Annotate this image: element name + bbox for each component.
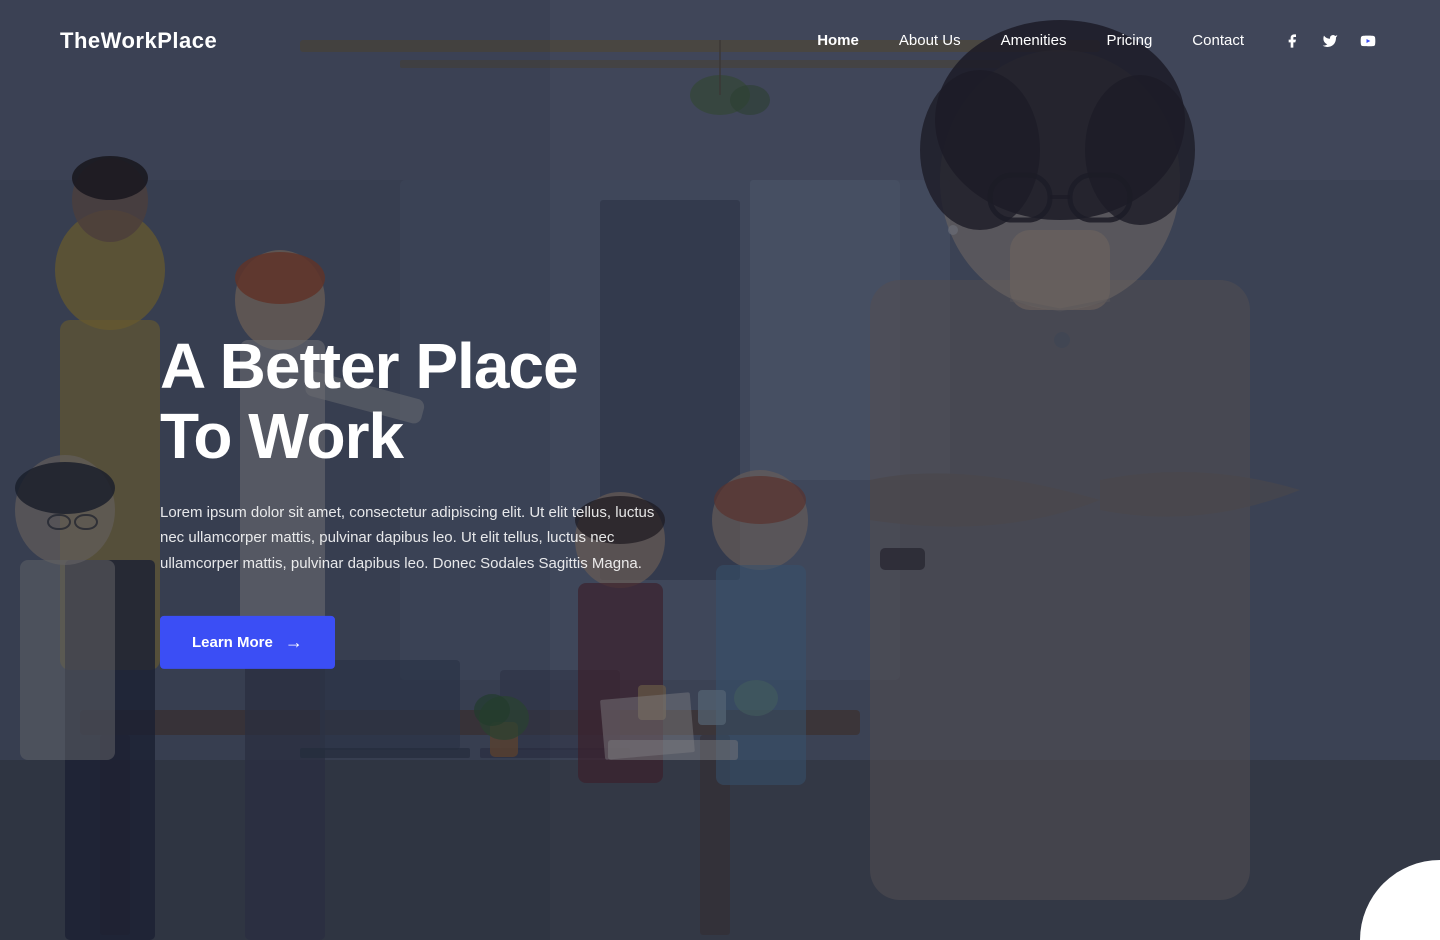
nav-link-pricing[interactable]: Pricing (1090, 24, 1168, 57)
twitter-icon[interactable] (1318, 29, 1342, 53)
nav-link-amenities[interactable]: Amenities (985, 24, 1083, 57)
facebook-icon[interactable] (1280, 29, 1304, 53)
youtube-icon[interactable] (1356, 29, 1380, 53)
nav-item-about[interactable]: About Us (883, 32, 977, 50)
nav-links: Home About Us Amenities Pricing Contact (801, 32, 1260, 50)
hero-description: Lorem ipsum dolor sit amet, consectetur … (160, 500, 670, 577)
hero-content: A Better Place To Work Lorem ipsum dolor… (160, 331, 670, 669)
nav-item-home[interactable]: Home (801, 32, 875, 50)
nav-right: Home About Us Amenities Pricing Contact (801, 29, 1380, 53)
nav-item-pricing[interactable]: Pricing (1090, 32, 1168, 50)
learn-more-label: Learn More (192, 634, 273, 651)
nav-link-home[interactable]: Home (801, 24, 875, 57)
navbar: TheWorkPlace Home About Us Amenities Pri… (0, 0, 1440, 82)
hero-title-line1: A Better Place (160, 330, 578, 402)
hero-title: A Better Place To Work (160, 331, 670, 472)
learn-more-button[interactable]: Learn More → (160, 616, 335, 669)
learn-more-arrow: → (285, 632, 303, 653)
nav-social (1280, 29, 1380, 53)
hero-title-line2: To Work (160, 400, 403, 472)
nav-item-contact[interactable]: Contact (1176, 32, 1260, 50)
nav-item-amenities[interactable]: Amenities (985, 32, 1083, 50)
brand-logo[interactable]: TheWorkPlace (60, 28, 217, 54)
nav-link-about[interactable]: About Us (883, 24, 977, 57)
nav-link-contact[interactable]: Contact (1176, 24, 1260, 57)
